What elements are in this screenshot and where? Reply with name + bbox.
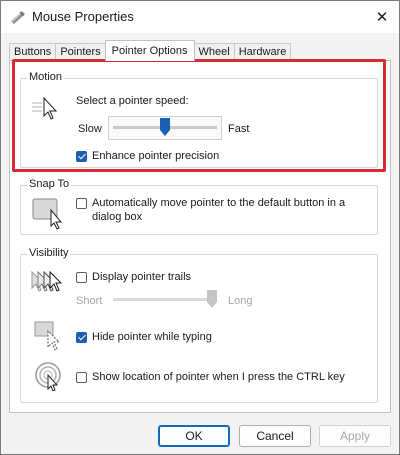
enhance-precision-label[interactable]: Enhance pointer precision — [92, 150, 219, 162]
short-label: Short — [76, 295, 103, 307]
title-bar: Mouse Properties ✕ — [1, 1, 399, 33]
trail-length-slider[interactable] — [110, 289, 222, 313]
tab-hardware[interactable]: Hardware — [233, 43, 292, 61]
pointer-trails-label[interactable]: Display pointer trails — [92, 271, 191, 283]
fast-label: Fast — [228, 123, 250, 135]
window-title: Mouse Properties — [32, 9, 134, 24]
ok-button[interactable]: OK — [158, 425, 230, 447]
tab-buttons[interactable]: Buttons — [9, 43, 57, 61]
close-icon: ✕ — [375, 8, 389, 26]
trail-length-track — [113, 298, 217, 301]
tab-pointers[interactable]: Pointers — [55, 43, 106, 61]
pointer-trails-checkbox[interactable] — [76, 272, 87, 283]
auto-move-label-line1[interactable]: Automatically move pointer to the defaul… — [92, 197, 345, 209]
pointer-speed-slider[interactable] — [108, 116, 222, 140]
enhance-precision-checkbox[interactable] — [76, 151, 87, 162]
tab-wheel[interactable]: Wheel — [193, 43, 235, 61]
pointer-speed-icon — [32, 96, 58, 120]
hide-pointer-checkbox[interactable] — [76, 332, 87, 343]
tab-strip: Buttons Pointers Pointer Options Wheel H… — [9, 40, 292, 61]
snap-to-group: Snap To — [20, 178, 378, 235]
mouse-properties-window: Mouse Properties ✕ Buttons Pointers Poin… — [0, 0, 400, 455]
long-label: Long — [228, 295, 253, 307]
snap-to-icon — [32, 198, 63, 230]
hide-pointer-icon — [34, 321, 61, 351]
hide-pointer-label[interactable]: Hide pointer while typing — [92, 331, 212, 343]
pointer-speed-label: Select a pointer speed: — [76, 95, 189, 107]
motion-group-label: Motion — [27, 71, 65, 83]
pointer-speed-thumb[interactable] — [160, 118, 170, 136]
trail-length-thumb[interactable] — [207, 290, 217, 308]
pointer-location-checkbox[interactable] — [76, 372, 87, 383]
slow-label: Slow — [78, 123, 102, 135]
visibility-group-label: Visibility — [27, 247, 71, 259]
auto-move-label-line2[interactable]: dialog box — [92, 211, 142, 223]
auto-move-checkbox[interactable] — [76, 198, 87, 209]
mouse-app-icon — [11, 11, 25, 24]
pointer-location-icon — [35, 362, 61, 391]
tab-pointer-options[interactable]: Pointer Options — [104, 40, 195, 61]
pointer-options-panel: Motion Select a pointer speed: Slow Fast… — [9, 60, 391, 413]
cancel-button[interactable]: Cancel — [239, 425, 311, 447]
pointer-trails-icon — [31, 270, 63, 292]
apply-button[interactable]: Apply — [319, 425, 391, 447]
snap-to-group-label: Snap To — [27, 178, 72, 190]
close-button[interactable]: ✕ — [365, 1, 399, 33]
pointer-location-label[interactable]: Show location of pointer when I press th… — [92, 371, 345, 383]
